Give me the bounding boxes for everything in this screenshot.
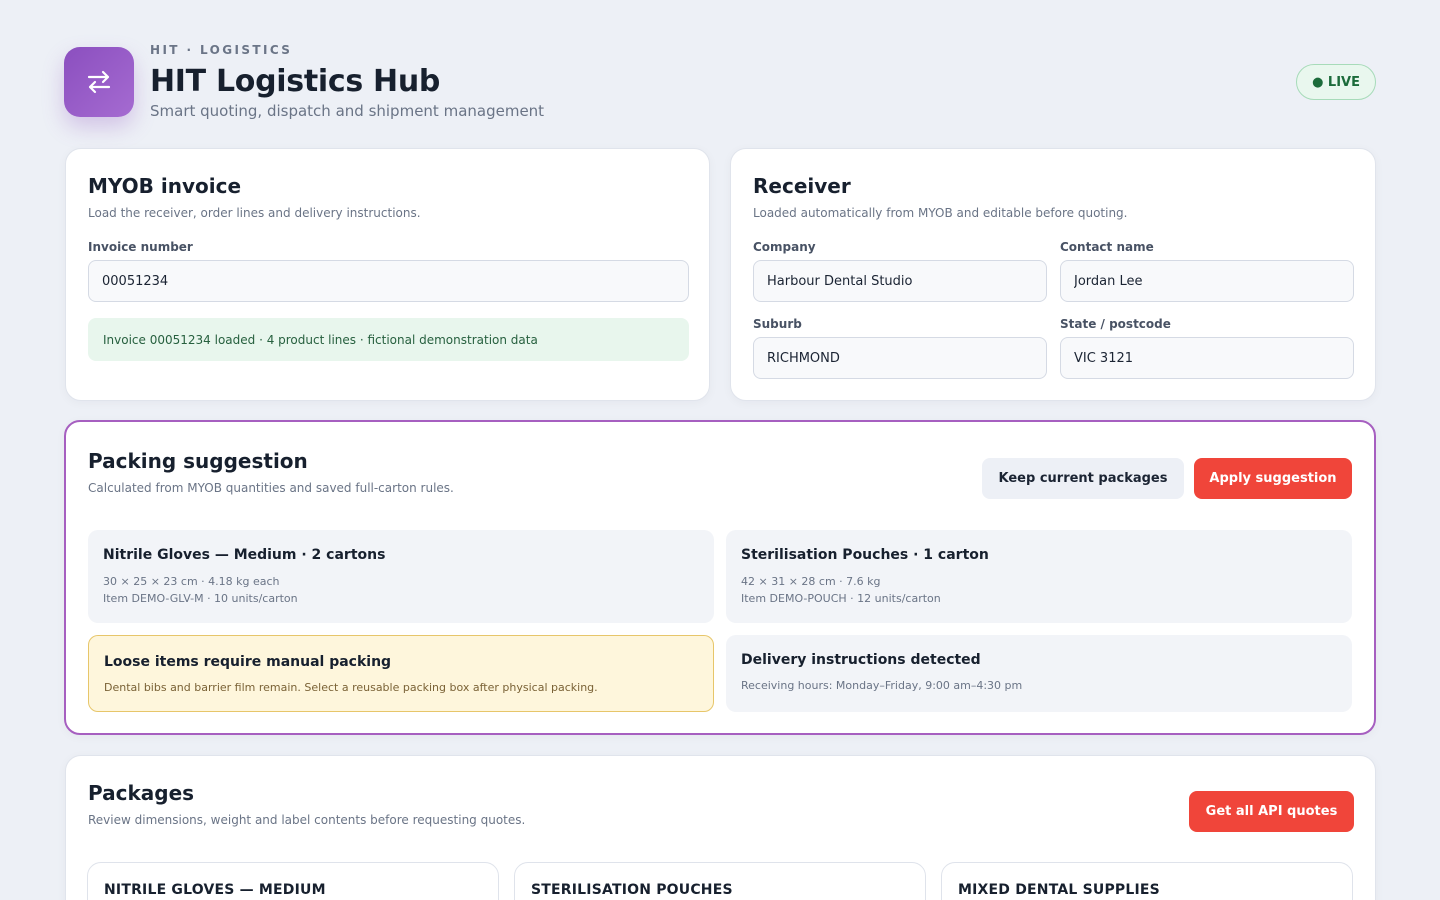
delivery-instructions-title: Delivery instructions detected — [741, 652, 981, 668]
app-logo — [64, 47, 134, 117]
invoice-card-title: MYOB invoice — [88, 174, 242, 198]
packing-item-sku: Item DEMO-GLV-M · 10 units/carton — [103, 592, 298, 605]
package-card-title: MIXED DENTAL SUPPLIES — [958, 882, 1160, 898]
package-card[interactable]: NITRILE GLOVES — MEDIUM — [87, 862, 499, 900]
packing-item-tile: Sterilisation Pouches · 1 carton 42 × 31… — [726, 530, 1352, 623]
invoice-number-label: Invoice number — [88, 240, 193, 254]
packages-card-title: Packages — [88, 781, 195, 805]
app-eyebrow: HIT · LOGISTICS — [150, 43, 293, 57]
keep-current-packages-button[interactable]: Keep current packages — [982, 458, 1184, 499]
package-card[interactable]: MIXED DENTAL SUPPLIES — [941, 862, 1353, 900]
package-card-title: STERILISATION POUCHES — [531, 882, 733, 898]
delivery-instructions-tile: Delivery instructions detected Receiving… — [726, 635, 1352, 712]
company-label: Company — [753, 240, 816, 254]
packing-card-subtitle: Calculated from MYOB quantities and save… — [88, 481, 454, 495]
packing-item-dimensions: 42 × 31 × 28 cm · 7.6 kg — [741, 575, 881, 588]
suburb-label: Suburb — [753, 317, 802, 331]
packing-item-tile: Nitrile Gloves — Medium · 2 cartons 30 ×… — [88, 530, 714, 623]
packages-card-subtitle: Review dimensions, weight and label cont… — [88, 813, 526, 827]
warning-text: Dental bibs and barrier film remain. Sel… — [104, 681, 598, 694]
page-title: HIT Logistics Hub — [150, 64, 441, 99]
loose-items-warning: Loose items require manual packing Denta… — [88, 635, 714, 712]
get-all-api-quotes-button[interactable]: Get all API quotes — [1189, 791, 1354, 832]
company-input[interactable] — [753, 260, 1047, 302]
warning-title: Loose items require manual packing — [104, 654, 392, 670]
receiver-card: Receiver Loaded automatically from MYOB … — [730, 148, 1376, 401]
packing-item-dimensions: 30 × 25 × 23 cm · 4.18 kg each — [103, 575, 280, 588]
apply-suggestion-button[interactable]: Apply suggestion — [1194, 458, 1352, 499]
state-postcode-label: State / postcode — [1060, 317, 1171, 331]
packing-item-title: Sterilisation Pouches · 1 carton — [741, 547, 989, 563]
invoice-number-input[interactable] — [88, 260, 689, 302]
suburb-input[interactable] — [753, 337, 1047, 379]
package-card-title: NITRILE GLOVES — MEDIUM — [104, 882, 326, 898]
myob-invoice-card: MYOB invoice Load the receiver, order li… — [65, 148, 710, 401]
packing-suggestion-card: Packing suggestion Calculated from MYOB … — [64, 420, 1376, 735]
receiver-card-subtitle: Loaded automatically from MYOB and edita… — [753, 206, 1128, 220]
package-card[interactable]: STERILISATION POUCHES — [514, 862, 926, 900]
invoice-card-subtitle: Load the receiver, order lines and deliv… — [88, 206, 421, 220]
receiver-card-title: Receiver — [753, 174, 851, 198]
page-subtitle: Smart quoting, dispatch and shipment man… — [150, 102, 545, 120]
state-postcode-input[interactable] — [1060, 337, 1354, 379]
contact-name-input[interactable] — [1060, 260, 1354, 302]
contact-name-label: Contact name — [1060, 240, 1154, 254]
swap-arrows-icon — [87, 70, 111, 94]
invoice-loaded-notice: Invoice 00051234 loaded · 4 product line… — [88, 318, 689, 361]
packing-item-title: Nitrile Gloves — Medium · 2 cartons — [103, 547, 386, 563]
app-header: HIT · LOGISTICS HIT Logistics Hub Smart … — [64, 40, 1376, 130]
packing-item-sku: Item DEMO-POUCH · 12 units/carton — [741, 592, 941, 605]
live-status-badge: ● LIVE — [1296, 64, 1376, 100]
packing-card-title: Packing suggestion — [88, 449, 308, 473]
delivery-instructions-text: Receiving hours: Monday–Friday, 9:00 am–… — [741, 679, 1023, 692]
